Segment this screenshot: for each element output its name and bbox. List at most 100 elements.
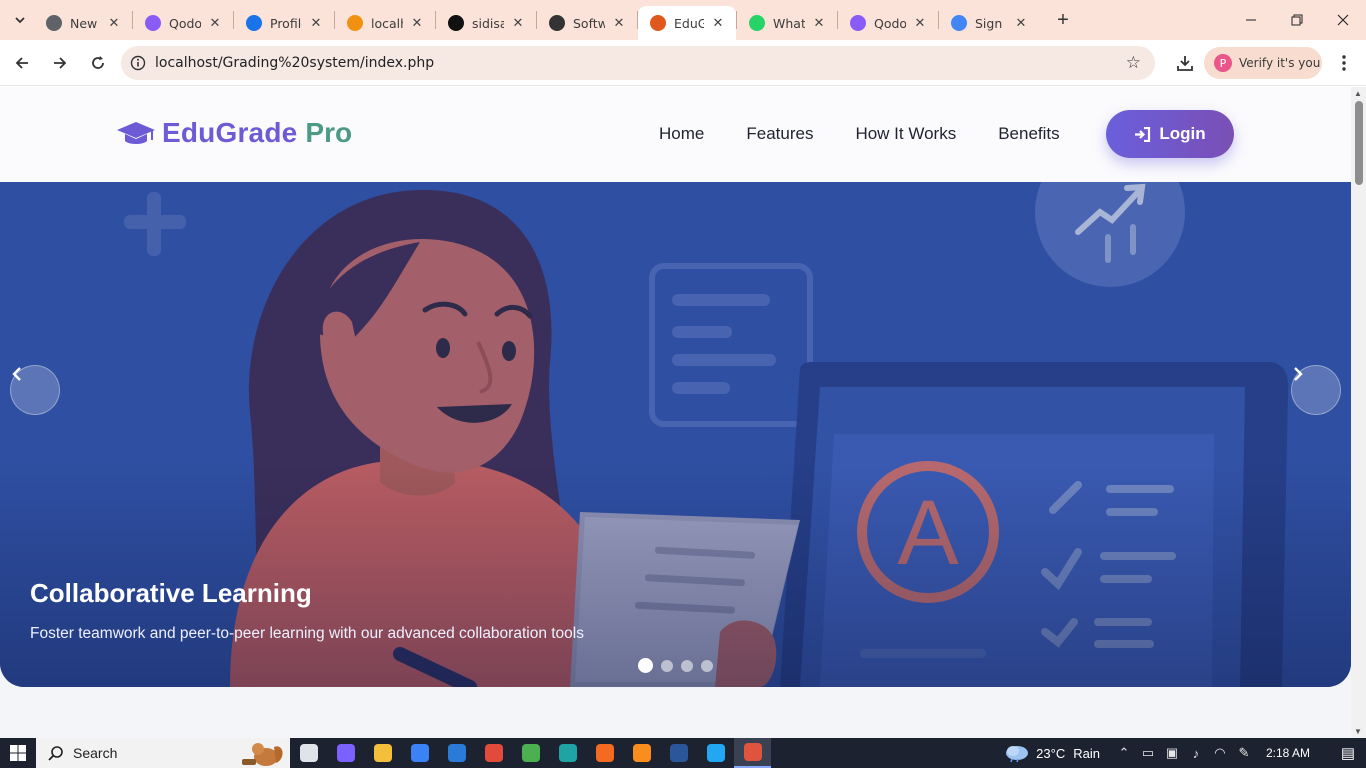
browser-tab[interactable]: localho ✕ <box>335 7 435 39</box>
browser-tab[interactable]: Softwar ✕ <box>537 7 637 39</box>
scroll-up-icon[interactable]: ▲ <box>1354 89 1362 98</box>
verify-profile-button[interactable]: P Verify it's you <box>1204 47 1322 79</box>
nav-link-features[interactable]: Features <box>746 124 813 144</box>
tab-close-icon[interactable]: ✕ <box>611 16 627 31</box>
chevron-left-icon <box>12 367 21 381</box>
taskbar-clock[interactable]: 2:18 AM <box>1266 746 1310 760</box>
taskbar-app-glyph <box>558 744 577 762</box>
weather-temp: 23°C <box>1036 745 1066 761</box>
new-tab-button[interactable]: + <box>1049 6 1077 34</box>
start-button[interactable] <box>0 738 36 768</box>
xampp-icon[interactable] <box>586 738 623 768</box>
mail-icon[interactable] <box>438 738 475 768</box>
chrome-active-icon[interactable] <box>734 738 771 768</box>
browser-tab[interactable]: Qodo ✕ <box>838 7 938 39</box>
site-info-icon[interactable] <box>121 55 155 71</box>
taskbar-app-glyph <box>299 744 318 762</box>
browser-tab[interactable]: Profile ✕ <box>234 7 334 39</box>
carousel-prev-button[interactable] <box>10 365 60 415</box>
volume-icon[interactable]: ♪ <box>1184 746 1208 761</box>
tab-title: Softwar <box>573 15 605 31</box>
nav-link-how-it-works[interactable]: How It Works <box>855 124 956 144</box>
rain-cloud-icon <box>1006 746 1029 762</box>
battery-icon[interactable]: ▭ <box>1136 745 1160 761</box>
browser-tab[interactable]: Qodo ✕ <box>133 7 233 39</box>
wifi-icon[interactable]: ◠ <box>1208 745 1232 761</box>
tab-title: Qodo <box>874 15 906 31</box>
browser-tab[interactable]: sidisam ✕ <box>436 7 536 39</box>
word-icon[interactable] <box>660 738 697 768</box>
close-window-button[interactable] <box>1320 0 1366 40</box>
address-bar[interactable]: localhost/Grading%20system/index.php ☆ <box>121 46 1155 80</box>
copilot-icon[interactable] <box>327 738 364 768</box>
chevron-right-icon <box>1294 367 1303 381</box>
google-icon <box>951 15 967 31</box>
microsoft-store-icon[interactable] <box>401 738 438 768</box>
device-icon[interactable]: ▣ <box>1160 745 1184 761</box>
bookmark-star-icon[interactable]: ☆ <box>1126 53 1141 73</box>
forward-button[interactable] <box>42 45 78 81</box>
minimize-button[interactable] <box>1228 0 1274 40</box>
tab-close-icon[interactable]: ✕ <box>510 16 526 31</box>
page-scrollbar[interactable]: ▲ ▼ <box>1351 87 1366 738</box>
chrome-icon[interactable] <box>512 738 549 768</box>
url-text[interactable]: localhost/Grading%20system/index.php <box>155 55 434 71</box>
file-explorer-icon[interactable] <box>364 738 401 768</box>
nav-link-home[interactable]: Home <box>659 124 704 144</box>
taskbar-app-glyph <box>447 744 466 762</box>
graduation-cap-icon <box>117 122 155 144</box>
back-button[interactable] <box>4 45 40 81</box>
taskbar-search[interactable]: Search <box>36 738 290 768</box>
reload-button[interactable] <box>80 45 116 81</box>
carousel-next-button[interactable] <box>1291 365 1341 415</box>
tab-close-icon[interactable]: ✕ <box>1013 16 1029 31</box>
search-highlight-image <box>242 743 283 766</box>
carousel-dot[interactable] <box>661 659 673 672</box>
login-button[interactable]: Login <box>1106 110 1234 158</box>
tab-close-icon[interactable]: ✕ <box>308 16 324 31</box>
task-view-icon[interactable] <box>290 738 327 768</box>
tab-title: Sign in <box>975 15 1007 31</box>
close-icon <box>1337 14 1349 26</box>
tab-close-icon[interactable]: ✕ <box>811 16 827 31</box>
profile-a-icon <box>246 15 262 31</box>
browser-tab-strip: New Ta✕Qodo✕Profile✕localho✕sidisam✕Soft… <box>0 0 1366 40</box>
tab-close-icon[interactable]: ✕ <box>106 16 122 31</box>
vscode-icon[interactable] <box>697 738 734 768</box>
carousel-dot[interactable] <box>638 658 653 673</box>
downloads-button[interactable] <box>1168 46 1202 80</box>
tab-close-icon[interactable]: ✕ <box>409 16 425 31</box>
weather-widget[interactable]: 23°C Rain <box>1004 744 1100 762</box>
tab-search-button[interactable] <box>6 6 34 34</box>
hero-caption: Collaborative Learning Foster teamwork a… <box>30 578 584 643</box>
edge-icon[interactable] <box>549 738 586 768</box>
tab-close-icon[interactable]: ✕ <box>207 16 223 31</box>
github-icon <box>448 15 464 31</box>
browser-tab[interactable]: Sign in ✕ <box>939 7 1039 39</box>
nav-link-benefits[interactable]: Benefits <box>998 124 1059 144</box>
tray-overflow-chevron-icon[interactable]: ⌃ <box>1112 745 1136 761</box>
tab-title: localho <box>371 15 403 31</box>
chrome-icon <box>46 15 62 31</box>
browser-tab[interactable]: EduGra ✕ <box>638 6 736 40</box>
restore-button[interactable] <box>1274 0 1320 40</box>
notification-icon[interactable]: ▤ <box>1330 744 1366 762</box>
app-icon[interactable] <box>475 738 512 768</box>
scroll-down-icon[interactable]: ▼ <box>1354 727 1362 736</box>
pen-icon[interactable]: ✎ <box>1232 745 1256 761</box>
browser-tab[interactable]: WhatsA ✕ <box>737 7 837 39</box>
tab-close-icon[interactable]: ✕ <box>710 16 726 31</box>
browser-menu-button[interactable] <box>1330 46 1358 80</box>
brave-icon[interactable] <box>623 738 660 768</box>
carousel-dot[interactable] <box>681 659 693 672</box>
brand-accent: Pro <box>305 117 353 148</box>
system-tray: 23°C Rain ⌃ ▭ ▣ ♪ ◠ ✎ 2:18 AM ▤ <box>1004 738 1366 768</box>
chevron-down-icon <box>15 17 25 24</box>
scrollbar-thumb[interactable] <box>1355 101 1363 185</box>
carousel-dot[interactable] <box>701 659 713 672</box>
tab-close-icon[interactable]: ✕ <box>912 16 928 31</box>
site-logo[interactable]: EduGrade Pro <box>116 117 352 149</box>
browser-tab[interactable]: New Ta ✕ <box>34 7 132 39</box>
tab-title: EduGra <box>674 15 704 31</box>
arrow-right-icon <box>54 56 67 69</box>
